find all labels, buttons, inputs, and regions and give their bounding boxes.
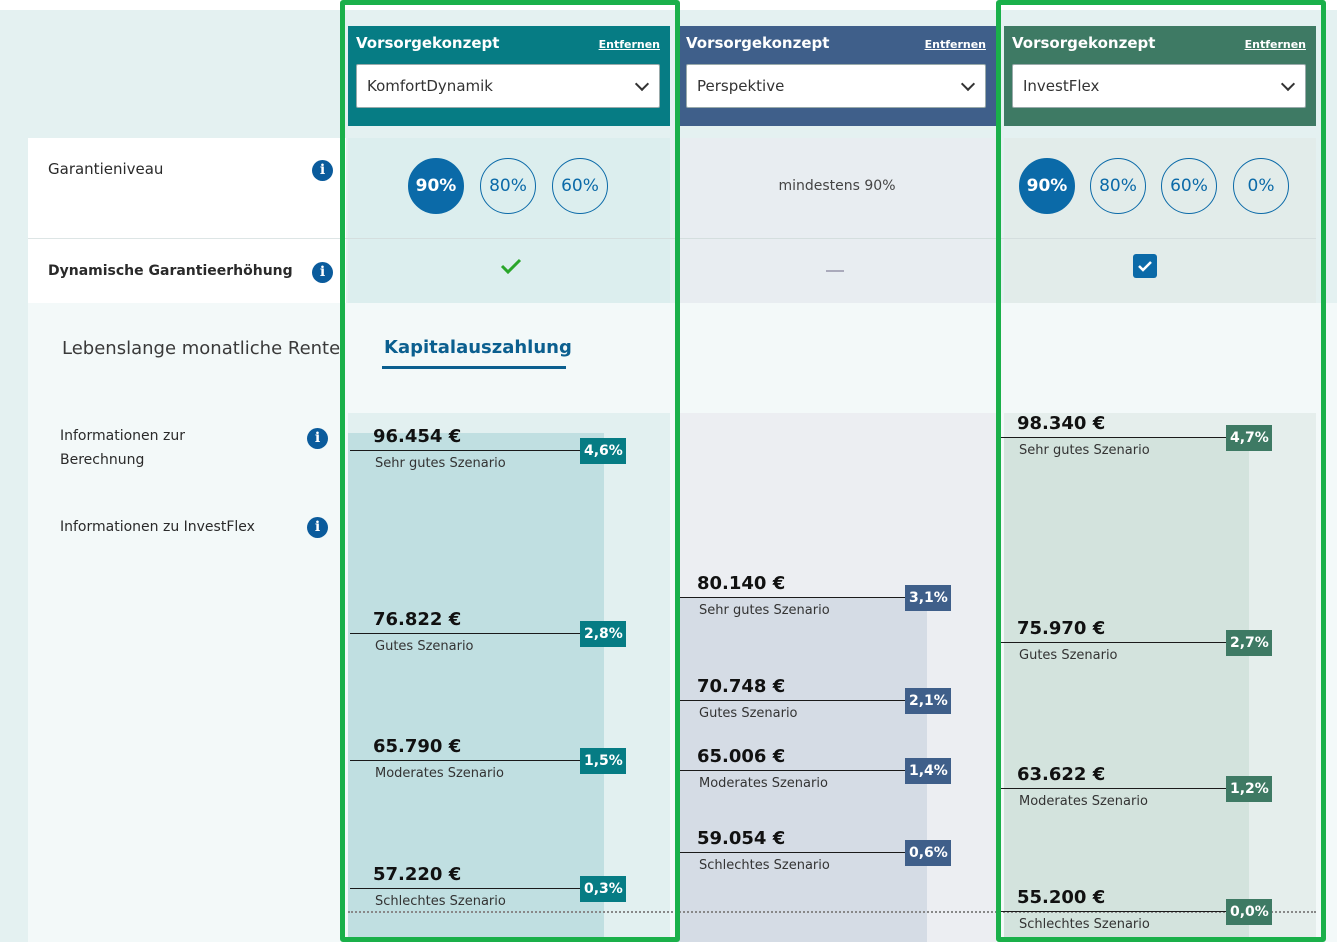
scenario-label: Gutes Szenario (699, 706, 798, 721)
rate-badge: 2,7% (1226, 630, 1272, 656)
col3-header: Vorsorgekonzept Entfernen InvestFlex (1004, 26, 1316, 126)
scenario-label: Sehr gutes Szenario (375, 456, 506, 471)
col2-title: Vorsorgekonzept (686, 34, 830, 52)
scenario-line (996, 642, 1226, 643)
scenario-amount: 59.054 € (697, 828, 786, 849)
link-info-berechnung-1[interactable]: Informationen zur (60, 428, 185, 444)
chevron-down-icon (1280, 76, 1296, 92)
guarantee-pill-60[interactable]: 60% (552, 158, 608, 214)
comparison-page: Garantieniveau i Dynamische Garantieerhö… (0, 0, 1337, 942)
guarantee-text: mindestens 90% (778, 178, 896, 194)
scenario-line (680, 597, 905, 598)
scenario-label: Sehr gutes Szenario (699, 603, 830, 618)
scenario-line (350, 760, 580, 761)
info-icon[interactable]: i (307, 517, 328, 538)
scenario-line (350, 633, 580, 634)
rate-badge: 1,2% (1226, 776, 1272, 802)
guarantee-pill-80[interactable]: 80% (1090, 158, 1146, 214)
scenario-line (680, 770, 905, 771)
scenario-label: Sehr gutes Szenario (1019, 443, 1150, 458)
rate-badge: 4,7% (1226, 425, 1272, 451)
guarantee-pill-60[interactable]: 60% (1161, 158, 1217, 214)
scenario-label: Moderates Szenario (699, 776, 828, 791)
checkbox-checked-icon[interactable] (1133, 254, 1157, 278)
label-dynamische: Dynamische Garantieerhöhung (48, 263, 293, 279)
scenario-amount: 57.220 € (373, 864, 462, 885)
dash-icon (826, 270, 844, 272)
col3-chart-bar (1004, 437, 1249, 942)
scenario-amount: 75.970 € (1017, 618, 1106, 639)
scenario-label: Schlechtes Szenario (375, 894, 506, 909)
info-icon[interactable]: i (312, 262, 333, 283)
scenario-line (996, 437, 1226, 438)
scenario-line (350, 450, 580, 451)
rate-badge: 2,8% (580, 621, 626, 647)
guarantee-pill-90[interactable]: 90% (1019, 158, 1075, 214)
col2-remove-link[interactable]: Entfernen (925, 38, 986, 51)
left-divider (28, 238, 346, 239)
scenario-amount: 70.748 € (697, 676, 786, 697)
scenario-label: Moderates Szenario (1019, 794, 1148, 809)
scenario-amount: 63.622 € (1017, 764, 1106, 785)
rate-badge: 0,6% (905, 840, 951, 866)
rate-badge: 1,5% (580, 748, 626, 774)
col3-select[interactable]: InvestFlex (1012, 64, 1306, 108)
scenario-amount: 76.822 € (373, 609, 462, 630)
col3-remove-link[interactable]: Entfernen (1245, 38, 1306, 51)
col1-remove-link[interactable]: Entfernen (599, 38, 660, 51)
col1-title: Vorsorgekonzept (356, 34, 500, 52)
scenario-label: Gutes Szenario (375, 639, 474, 654)
guarantee-pill-0[interactable]: 0% (1233, 158, 1289, 214)
scenario-label: Moderates Szenario (375, 766, 504, 781)
scenario-amount: 96.454 € (373, 426, 462, 447)
scenario-amount: 98.340 € (1017, 413, 1106, 434)
link-info-berechnung-2[interactable]: Berechnung (60, 452, 144, 468)
scenario-label: Gutes Szenario (1019, 648, 1118, 663)
scenario-line (996, 911, 1226, 912)
guarantee-pill-80[interactable]: 80% (480, 158, 536, 214)
scenario-amount: 80.140 € (697, 573, 786, 594)
col2-body (678, 138, 996, 303)
col2-select-value: Perspektive (697, 77, 785, 95)
guarantee-pill-90[interactable]: 90% (408, 158, 464, 214)
rate-badge: 4,6% (580, 438, 626, 464)
rate-badge: 2,1% (905, 688, 951, 714)
scenario-label: Schlechtes Szenario (1019, 917, 1150, 932)
info-icon[interactable]: i (312, 160, 333, 181)
scenario-amount: 65.006 € (697, 746, 786, 767)
scenario-amount: 55.200 € (1017, 887, 1106, 908)
col1-select-value: KomfortDynamik (367, 77, 493, 95)
rate-badge: 1,4% (905, 758, 951, 784)
scenario-amount: 65.790 € (373, 736, 462, 757)
label-garantieniveau: Garantieniveau (48, 160, 164, 178)
scenario-line (680, 852, 905, 853)
col1-header: Vorsorgekonzept Entfernen KomfortDynamik (348, 26, 670, 126)
scenario-line (996, 788, 1226, 789)
rate-badge: 0,3% (580, 876, 626, 902)
chevron-down-icon (634, 76, 650, 92)
info-icon[interactable]: i (307, 428, 328, 449)
col2-header: Vorsorgekonzept Entfernen Perspektive (678, 26, 996, 126)
scenario-line (350, 888, 580, 889)
col1-select[interactable]: KomfortDynamik (356, 64, 660, 108)
check-icon (500, 258, 522, 274)
body-divider (346, 238, 1316, 239)
rate-badge: 3,1% (905, 585, 951, 611)
rate-badge: 0,0% (1226, 899, 1272, 925)
scenario-line (680, 700, 905, 701)
tab-lebenslange-rente[interactable]: Lebenslange monatliche Rente (62, 338, 346, 359)
scenario-label: Schlechtes Szenario (699, 858, 830, 873)
col2-select[interactable]: Perspektive (686, 64, 986, 108)
col3-title: Vorsorgekonzept (1012, 34, 1156, 52)
tab-kapitalauszahlung[interactable]: Kapitalauszahlung (384, 337, 572, 358)
chevron-down-icon (960, 76, 976, 92)
tab-active-underline (382, 366, 566, 369)
link-info-investflex[interactable]: Informationen zu InvestFlex (60, 519, 255, 535)
col3-select-value: InvestFlex (1023, 77, 1100, 95)
